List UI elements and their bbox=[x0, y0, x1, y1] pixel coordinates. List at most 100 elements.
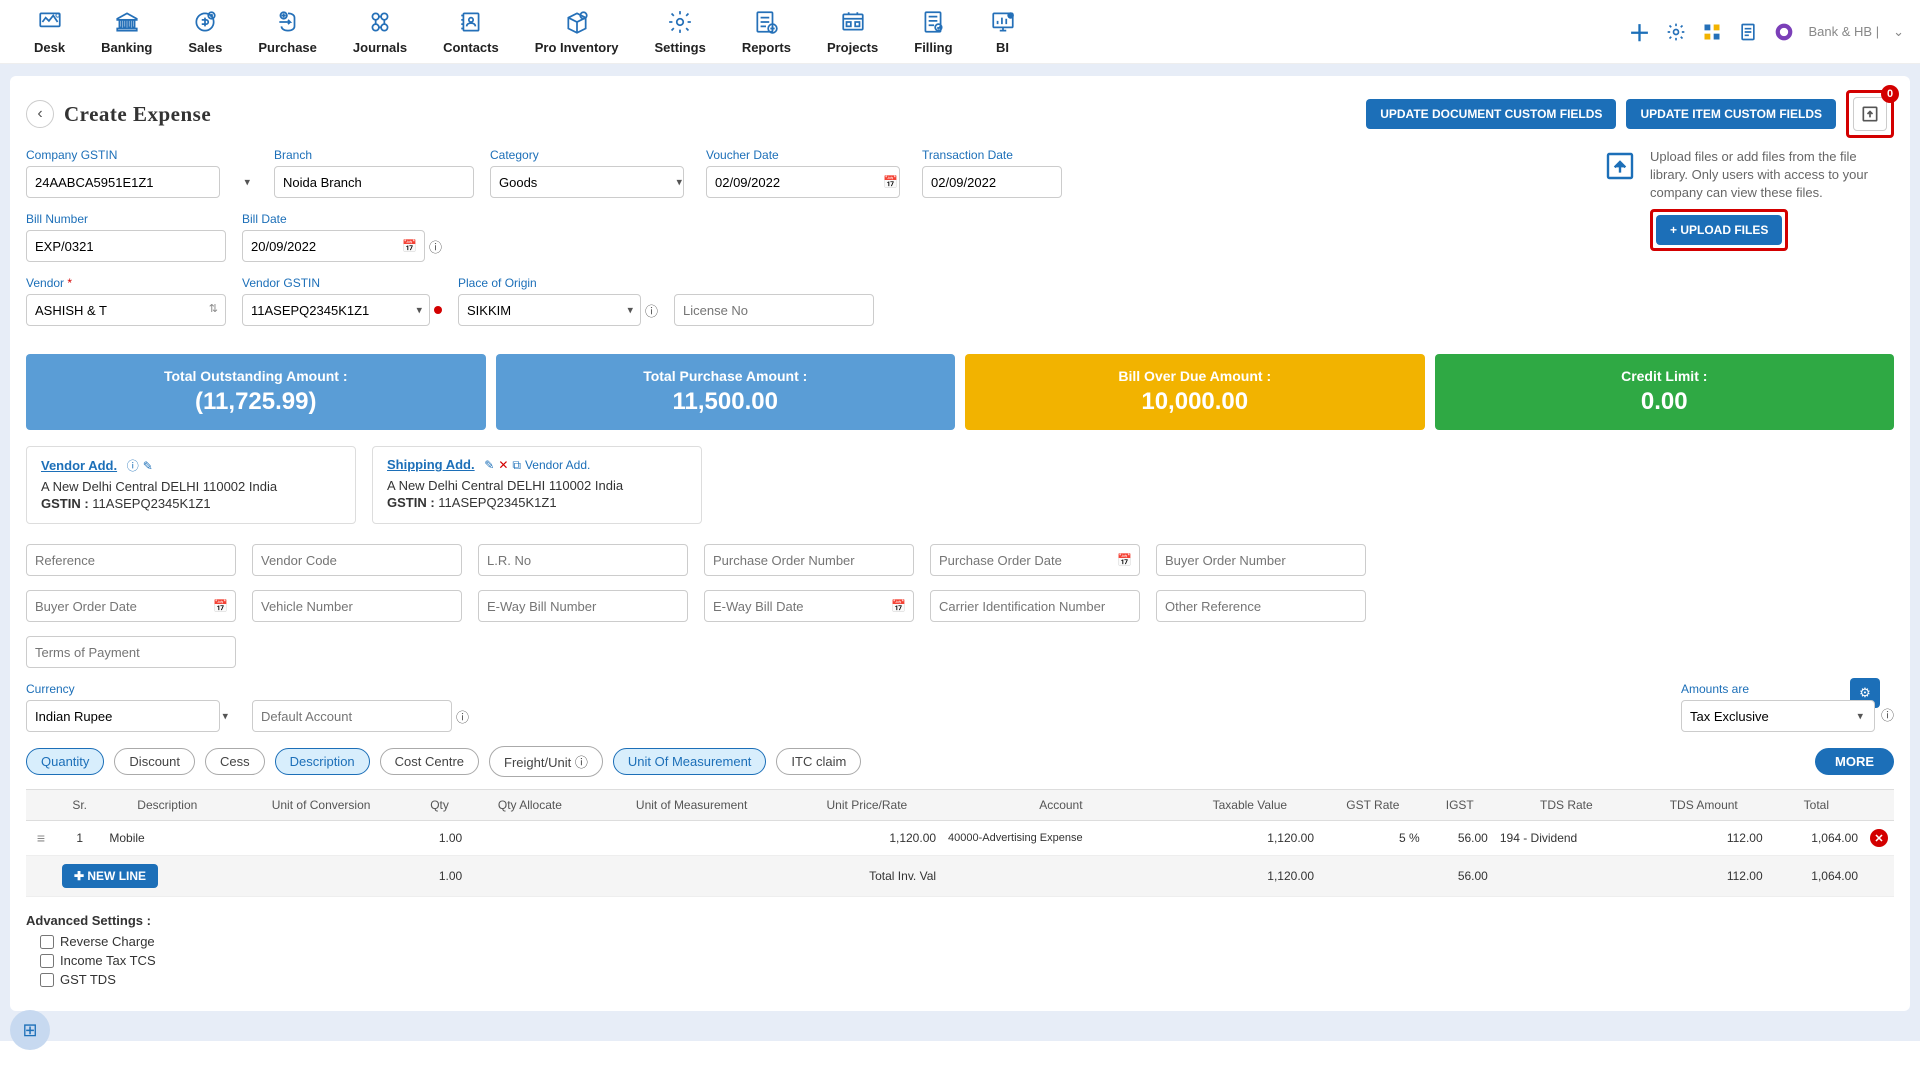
more-button[interactable]: MORE bbox=[1815, 748, 1894, 775]
terms-of-payment-input[interactable] bbox=[26, 636, 236, 668]
table-row[interactable]: ≡ 1 Mobile 1.00 1,120.00 40000-Advertisi… bbox=[26, 821, 1894, 856]
transaction-date-input[interactable] bbox=[922, 166, 1062, 198]
bill-number-input[interactable] bbox=[26, 230, 226, 262]
gst-tds-checkbox[interactable] bbox=[40, 973, 54, 987]
close-icon[interactable]: ✕ bbox=[498, 458, 508, 472]
voucher-date-input[interactable] bbox=[706, 166, 900, 198]
pill-discount[interactable]: Discount bbox=[114, 748, 195, 775]
nav-settings[interactable]: Settings bbox=[637, 8, 724, 55]
info-icon[interactable]: ⓘ bbox=[645, 301, 658, 320]
cell-gst[interactable]: 5 % bbox=[1320, 821, 1426, 856]
plus-icon[interactable]: ＋ bbox=[1629, 21, 1651, 43]
vehicle-number-input[interactable] bbox=[252, 590, 462, 622]
cell-qty-alloc[interactable] bbox=[468, 821, 591, 856]
pill-description[interactable]: Description bbox=[275, 748, 370, 775]
voucher-date-label: Voucher Date bbox=[706, 148, 906, 162]
th-desc: Description bbox=[103, 790, 231, 821]
edit-icon[interactable]: ✎ bbox=[143, 459, 153, 473]
info-icon[interactable]: ⓘ bbox=[456, 707, 469, 726]
cell-qty[interactable]: 1.00 bbox=[411, 821, 468, 856]
nav-label: Reports bbox=[742, 40, 791, 55]
reference-input[interactable] bbox=[26, 544, 236, 576]
upload-files-button[interactable]: + UPLOAD FILES bbox=[1656, 215, 1782, 245]
doc-icon[interactable] bbox=[1737, 21, 1759, 43]
vendor-code-input[interactable] bbox=[252, 544, 462, 576]
brand-icon[interactable] bbox=[1773, 21, 1795, 43]
info-icon[interactable]: ⓘ bbox=[429, 237, 442, 256]
contacts-icon bbox=[457, 8, 485, 36]
vendor-addr-title[interactable]: Vendor Add. bbox=[41, 458, 117, 473]
cell-tds-amt[interactable]: 112.00 bbox=[1639, 821, 1769, 856]
cell-uom[interactable] bbox=[592, 821, 792, 856]
update-item-custom-fields-button[interactable]: UPDATE ITEM CUSTOM FIELDS bbox=[1626, 99, 1836, 129]
nav-inventory[interactable]: Pro Inventory bbox=[517, 8, 637, 55]
upload-icon-button[interactable] bbox=[1853, 97, 1887, 131]
cell-taxable[interactable]: 1,120.00 bbox=[1180, 821, 1320, 856]
po-date-input[interactable] bbox=[930, 544, 1140, 576]
cell-uoc[interactable] bbox=[231, 821, 411, 856]
company-gstin-select[interactable] bbox=[26, 166, 220, 198]
po-number-input[interactable] bbox=[704, 544, 914, 576]
nav-projects[interactable]: Projects bbox=[809, 8, 896, 55]
pill-quantity[interactable]: Quantity bbox=[26, 748, 104, 775]
reverse-charge-checkbox[interactable] bbox=[40, 935, 54, 949]
drag-handle-icon[interactable]: ≡ bbox=[37, 830, 45, 846]
apps-icon[interactable] bbox=[1701, 21, 1723, 43]
cell-rate[interactable]: 1,120.00 bbox=[792, 821, 942, 856]
nav-bi[interactable]: BI bbox=[971, 8, 1035, 55]
pill-freight[interactable]: Freight/Unit ⓘ bbox=[489, 746, 603, 777]
shipping-addr-title[interactable]: Shipping Add. bbox=[387, 457, 475, 472]
cell-desc[interactable]: Mobile bbox=[103, 821, 231, 856]
nav-sales[interactable]: Sales bbox=[170, 8, 240, 55]
vendor-gstin-select[interactable] bbox=[242, 294, 430, 326]
branch-input[interactable] bbox=[274, 166, 474, 198]
place-of-origin-select[interactable] bbox=[458, 294, 641, 326]
floating-widget-button[interactable]: ⊞ bbox=[10, 1010, 50, 1050]
income-tax-tcs-checkbox[interactable] bbox=[40, 954, 54, 968]
nav-reports[interactable]: Reports bbox=[724, 8, 809, 55]
back-button[interactable]: ‹ bbox=[26, 100, 54, 128]
pill-uom[interactable]: Unit Of Measurement bbox=[613, 748, 767, 775]
nav-desk[interactable]: Desk bbox=[16, 8, 83, 55]
amounts-are-select[interactable] bbox=[1681, 700, 1875, 732]
buyer-order-date-input[interactable] bbox=[26, 590, 236, 622]
cell-total[interactable]: 1,064.00 bbox=[1769, 821, 1864, 856]
pill-itc[interactable]: ITC claim bbox=[776, 748, 861, 775]
nav-contacts[interactable]: Contacts bbox=[425, 8, 517, 55]
info-icon[interactable]: ⓘ bbox=[1881, 705, 1894, 724]
sales-icon bbox=[191, 8, 219, 36]
delete-row-button[interactable]: ✕ bbox=[1870, 829, 1888, 847]
default-account-input[interactable] bbox=[252, 700, 452, 732]
nav-purchase[interactable]: Purchase bbox=[240, 8, 335, 55]
upload-panel: Upload files or add files from the file … bbox=[1604, 148, 1894, 340]
copy-icon[interactable]: ⧉ bbox=[512, 458, 521, 473]
cell-tds-rate[interactable]: 194 - Dividend bbox=[1494, 821, 1639, 856]
nav-filling[interactable]: Filling bbox=[896, 8, 970, 55]
nav-journals[interactable]: Journals bbox=[335, 8, 425, 55]
cell-account[interactable]: 40000-Advertising Expense bbox=[942, 821, 1180, 856]
edit-icon[interactable]: ✎ bbox=[484, 458, 494, 472]
chevron-down-icon[interactable]: ⌄ bbox=[1893, 24, 1904, 40]
update-doc-custom-fields-button[interactable]: UPDATE DOCUMENT CUSTOM FIELDS bbox=[1366, 99, 1616, 129]
pill-cost-centre[interactable]: Cost Centre bbox=[380, 748, 479, 775]
cell-igst[interactable]: 56.00 bbox=[1426, 821, 1494, 856]
info-icon[interactable]: ⓘ bbox=[127, 457, 139, 474]
currency-select[interactable] bbox=[26, 700, 220, 732]
banking-icon bbox=[113, 8, 141, 36]
gear-icon[interactable] bbox=[1665, 21, 1687, 43]
carrier-id-input[interactable] bbox=[930, 590, 1140, 622]
eway-bill-date-input[interactable] bbox=[704, 590, 914, 622]
eway-bill-number-input[interactable] bbox=[478, 590, 688, 622]
branch-label: Branch bbox=[274, 148, 474, 162]
other-reference-input[interactable] bbox=[1156, 590, 1366, 622]
pill-cess[interactable]: Cess bbox=[205, 748, 265, 775]
new-line-button[interactable]: ✚ NEW LINE bbox=[62, 864, 158, 888]
lr-no-input[interactable] bbox=[478, 544, 688, 576]
bill-date-input[interactable] bbox=[242, 230, 425, 262]
buyer-order-number-input[interactable] bbox=[1156, 544, 1366, 576]
nav-banking[interactable]: Banking bbox=[83, 8, 170, 55]
vendor-addr-link[interactable]: Vendor Add. bbox=[525, 458, 590, 472]
vendor-select[interactable] bbox=[26, 294, 226, 326]
category-select[interactable] bbox=[490, 166, 684, 198]
license-no-input[interactable] bbox=[674, 294, 874, 326]
